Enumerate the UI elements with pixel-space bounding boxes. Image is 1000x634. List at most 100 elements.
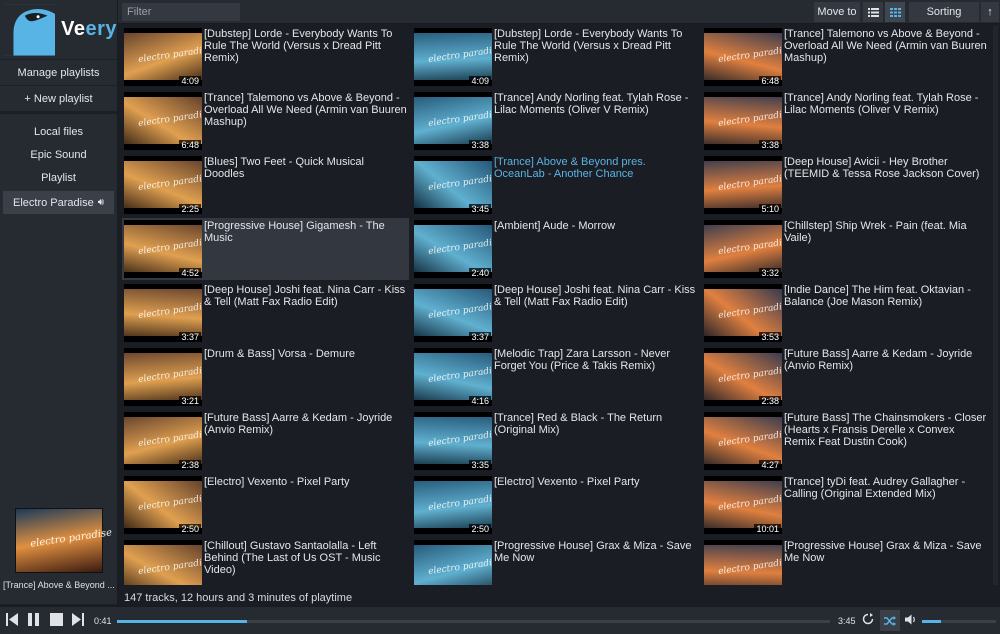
track-thumbnail: electro paradise 4:09 — [414, 28, 492, 86]
track-thumbnail: electro paradise 6:48 — [124, 92, 202, 150]
track-thumbnail: electro paradise 2:25 — [124, 156, 202, 214]
sidebar-item-label: Playlist — [41, 171, 76, 184]
track-title: [Progressive House] Grax & Miza - Save M… — [494, 540, 692, 564]
track-grid-scrollbar[interactable] — [993, 26, 998, 585]
shuffle-icon — [884, 615, 896, 626]
previous-track-button[interactable] — [6, 613, 18, 626]
sidebar-item-local-files[interactable]: Local files — [0, 120, 117, 143]
thumbnail-watermark: electro paradise — [717, 108, 782, 130]
track-tile[interactable]: electro paradise 3:45 [Trance] Above & Bey… — [412, 154, 699, 216]
track-thumbnail: electro paradise 3:38 — [414, 92, 492, 150]
track-tile[interactable]: electro paradise [Chillout] Gustavo Santa… — [122, 538, 409, 585]
sidebar: Veery Manage playlists + New playlist Lo… — [0, 0, 118, 604]
thumbnail-watermark: electro paradise — [137, 44, 202, 66]
elapsed-time: 0:41 — [94, 616, 112, 626]
track-tile[interactable]: electro paradise 4:27 [Future Bass] The Ch… — [702, 410, 989, 472]
sort-direction-button[interactable]: ↑ — [981, 2, 999, 22]
thumbnail-watermark: electro paradise — [717, 556, 782, 578]
sidebar-item-epic-sound[interactable]: Epic Sound — [0, 143, 117, 166]
track-tile[interactable]: electro paradise 10:01 [Trance] tyDi feat.… — [702, 474, 989, 536]
track-tile[interactable]: electro paradise 2:50 [Electro] Vexento - … — [122, 474, 409, 536]
track-tile[interactable]: electro paradise [Progressive House] Grax… — [412, 538, 699, 585]
track-tile[interactable]: electro paradise 3:38 [Trance] Andy Norlin… — [702, 90, 989, 152]
track-tile[interactable]: electro paradise 4:09 [Dubstep] Lorde - Ev… — [412, 26, 699, 88]
track-tile[interactable]: electro paradise 2:38 [Future Bass] Aarre … — [122, 410, 409, 472]
stop-button[interactable] — [50, 613, 63, 626]
sorting-button[interactable]: Sorting — [909, 2, 979, 22]
track-tile[interactable]: electro paradise 2:25 [Blues] Two Feet - Q… — [122, 154, 409, 216]
track-tile[interactable]: electro paradise 6:48 [Trance] Talemono vs… — [702, 26, 989, 88]
track-duration: 2:25 — [179, 204, 201, 214]
track-thumbnail: electro paradise 2:38 — [124, 412, 202, 470]
track-thumbnail: electro paradise 3:21 — [124, 348, 202, 406]
thumbnail-watermark: electro paradise — [137, 108, 202, 130]
track-tile[interactable]: electro paradise 2:38 [Future Bass] Aarre … — [702, 346, 989, 408]
volume-slider[interactable] — [922, 620, 996, 623]
track-thumbnail: electro paradise 2:50 — [414, 476, 492, 534]
track-duration: 3:38 — [759, 140, 781, 150]
app-logo: Veery — [0, 0, 117, 60]
track-thumbnail: electro paradise 4:52 — [124, 220, 202, 278]
track-title: [Chillstep] Ship Wrek - Pain (feat. Mia … — [784, 220, 967, 244]
stop-icon — [50, 613, 63, 626]
track-duration: 4:16 — [469, 396, 491, 406]
sidebar-item-playlist[interactable]: Playlist — [0, 166, 117, 189]
track-title: [Dubstep] Lorde - Everybody Wants To Rul… — [204, 28, 393, 64]
repeat-button[interactable] — [862, 613, 874, 625]
track-tile[interactable]: electro paradise 2:40 [Ambient] Aude - Mor… — [412, 218, 699, 280]
track-tile[interactable]: electro paradise 4:52 [Progressive House] … — [122, 218, 409, 280]
track-tile[interactable]: electro paradise 6:48 [Trance] Talemono vs… — [122, 90, 409, 152]
filter-input[interactable] — [122, 3, 240, 21]
track-duration: 2:50 — [469, 524, 491, 534]
volume-button[interactable] — [905, 614, 917, 625]
thumbnail-watermark: electro paradise — [427, 492, 492, 514]
track-tile[interactable]: electro paradise 4:16 [Melodic Trap] Zara … — [412, 346, 699, 408]
track-tile[interactable]: electro paradise 3:53 [Indie Dance] The Hi… — [702, 282, 989, 344]
track-duration: 3:37 — [469, 332, 491, 342]
now-playing-thumbnail[interactable]: electro paradise — [15, 508, 113, 573]
track-title: [Trance] Talemono vs Above & Beyond - Ov… — [204, 92, 407, 128]
track-tile[interactable]: electro paradise 4:09 [Dubstep] Lorde - Ev… — [122, 26, 409, 88]
thumbnail-watermark: electro paradise — [137, 172, 202, 194]
track-thumbnail: electro paradise 3:35 — [414, 412, 492, 470]
player-controls: 0:41 3:45 — [0, 606, 1000, 634]
track-duration: 3:38 — [469, 140, 491, 150]
grid-view-button[interactable] — [885, 2, 905, 22]
track-tile[interactable]: electro paradise 3:32 [Chillstep] Ship Wre… — [702, 218, 989, 280]
shuffle-button[interactable] — [880, 610, 900, 631]
track-title: [Drum & Bass] Vorsa - Demure — [204, 348, 355, 360]
list-view-button[interactable] — [863, 2, 883, 22]
track-tile[interactable]: electro paradise 2:50 [Electro] Vexento - … — [412, 474, 699, 536]
speaker-icon: 🔊︎ — [97, 197, 105, 208]
track-thumbnail: electro paradise — [704, 540, 782, 585]
new-playlist-button[interactable]: + New playlist — [0, 86, 117, 114]
move-to-button[interactable]: Move to — [814, 2, 860, 22]
track-tile[interactable]: electro paradise 3:35 [Trance] Red & Black… — [412, 410, 699, 472]
manage-playlists-button[interactable]: Manage playlists — [0, 60, 117, 86]
track-tile[interactable]: electro paradise 5:10 [Deep House] Avicii … — [702, 154, 989, 216]
track-title: [Trance] Red & Black - The Return (Origi… — [494, 412, 663, 436]
sidebar-item-electro-paradise[interactable]: Electro Paradise 🔊︎ — [3, 191, 114, 214]
pause-button[interactable] — [27, 613, 40, 626]
track-title: [Electro] Vexento - Pixel Party — [204, 476, 350, 488]
track-title: [Progressive House] Gigamesh - The Music — [204, 220, 385, 244]
thumbnail-watermark: electro paradise — [427, 44, 492, 66]
track-title: [Melodic Trap] Zara Larsson - Never Forg… — [494, 348, 671, 372]
track-tile[interactable]: electro paradise 3:37 [Deep House] Joshi f… — [412, 282, 699, 344]
track-title: [Future Bass] Aarre & Kedam - Joyride (A… — [204, 412, 393, 436]
track-thumbnail: electro paradise 3:45 — [414, 156, 492, 214]
repeat-icon — [862, 613, 874, 625]
track-tile[interactable]: electro paradise 3:37 [Deep House] Joshi f… — [122, 282, 409, 344]
track-title: [Deep House] Joshi feat. Nina Carr - Kis… — [494, 284, 696, 308]
seek-bar[interactable] — [117, 620, 830, 623]
track-tile[interactable]: electro paradise 3:38 [Trance] Andy Norlin… — [412, 90, 699, 152]
track-thumbnail: electro paradise 10:01 — [704, 476, 782, 534]
now-playing-title: [Trance] Above & Beyond ... — [3, 580, 115, 590]
track-thumbnail: electro paradise — [414, 540, 492, 585]
track-duration: 5:10 — [759, 204, 781, 214]
track-tile[interactable]: electro paradise 3:21 [Drum & Bass] Vorsa … — [122, 346, 409, 408]
next-track-button[interactable] — [72, 613, 84, 626]
track-thumbnail: electro paradise 2:38 — [704, 348, 782, 406]
track-tile[interactable]: electro paradise [Progressive House] Grax… — [702, 538, 989, 585]
track-title: [Progressive House] Grax & Miza - Save M… — [784, 540, 982, 564]
